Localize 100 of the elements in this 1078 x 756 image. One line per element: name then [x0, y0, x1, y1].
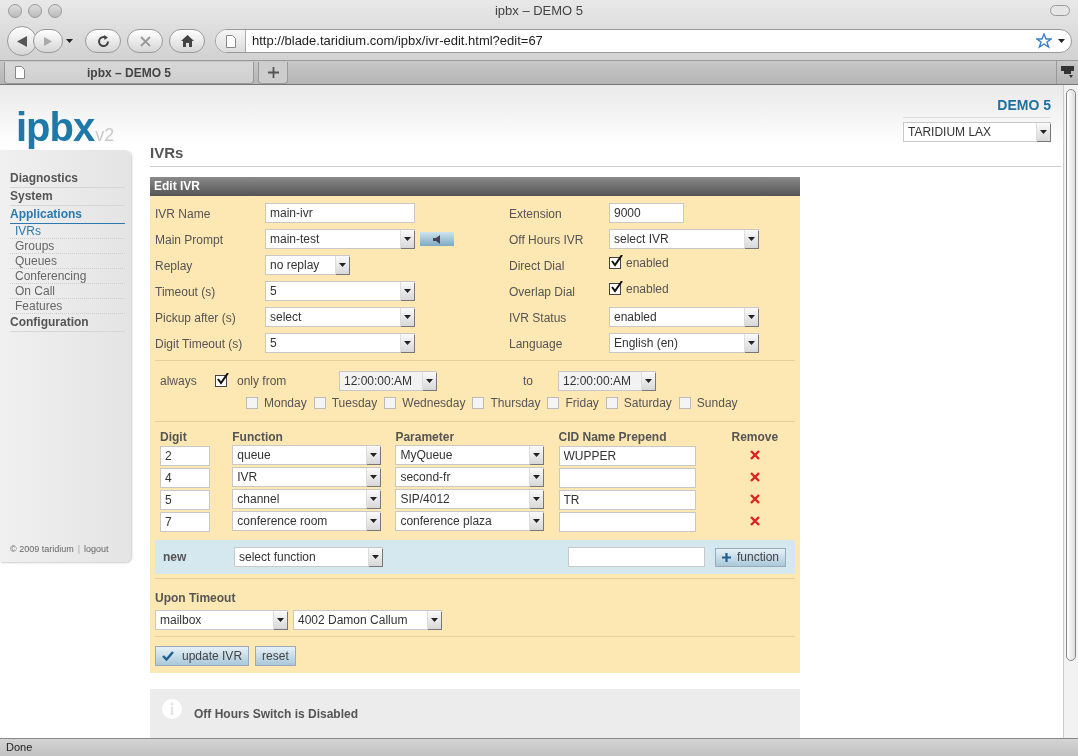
field-label: to — [523, 373, 534, 390]
stop-button[interactable] — [127, 29, 163, 53]
nav-subitem[interactable]: Groups — [10, 239, 125, 254]
back-forward-button[interactable] — [7, 26, 73, 56]
dropdown[interactable]: TARIDIUM LAX — [903, 122, 1051, 142]
reset-button[interactable]: reset — [255, 646, 296, 666]
caret-icon — [748, 237, 755, 241]
digit-field[interactable]: 2 — [160, 446, 210, 466]
checkbox-label: enabled — [626, 281, 669, 298]
caret-icon — [426, 379, 433, 383]
window-title: ipbx – DEMO 5 — [494, 2, 584, 21]
speaker-icon — [433, 234, 441, 244]
remove-icon[interactable] — [749, 450, 760, 460]
checkbox[interactable] — [384, 397, 397, 409]
checkbox[interactable] — [547, 397, 560, 409]
digit-field[interactable]: 7 — [160, 512, 210, 532]
add-function-button[interactable]: function — [715, 547, 787, 567]
site-name: DEMO 5 — [997, 96, 1051, 115]
field-label: Digit Timeout (s) — [155, 337, 243, 351]
day-label: Saturday — [623, 395, 672, 412]
dropdown[interactable]: select IVR — [609, 229, 759, 249]
address-bar[interactable]: http://blade.taridium.com/ipbx/ivr-edit.html?edit=67 — [215, 29, 1072, 53]
new-tab-button[interactable] — [258, 62, 288, 84]
caret-icon — [431, 618, 438, 622]
plus-icon — [267, 67, 279, 78]
home-button[interactable] — [169, 29, 205, 53]
checkbox[interactable] — [472, 397, 485, 409]
dropdown[interactable]: mailbox — [155, 610, 288, 630]
cid-field[interactable]: TR — [558, 490, 696, 510]
check-icon — [162, 651, 174, 661]
scrollbar[interactable] — [1063, 85, 1078, 738]
cid-field[interactable] — [558, 512, 696, 532]
nav-item[interactable]: Applications — [10, 206, 125, 224]
remove-icon[interactable] — [749, 472, 760, 482]
back-icon — [17, 35, 27, 47]
checkbox[interactable] — [609, 257, 621, 269]
dropdown[interactable]: 5 — [265, 281, 415, 301]
nav-item[interactable]: System — [10, 188, 125, 206]
dropdown[interactable]: select function — [234, 547, 383, 567]
text-field[interactable]: 9000 — [609, 203, 684, 223]
history-caret-icon — [66, 39, 73, 43]
dropdown[interactable]: IVR — [232, 467, 382, 487]
dropdown[interactable]: queue — [232, 445, 382, 465]
window-control[interactable] — [28, 4, 42, 18]
nav-subitem[interactable]: Conferencing — [10, 269, 125, 284]
checkbox[interactable] — [215, 375, 227, 387]
page-title: IVRs — [150, 142, 184, 163]
field-label: Overlap Dial — [509, 285, 576, 299]
checkbox[interactable] — [313, 397, 326, 409]
dropdown[interactable]: no replay — [265, 255, 350, 275]
dropdown[interactable]: main-test — [265, 229, 415, 249]
cid-field[interactable] — [568, 547, 705, 567]
field-label: Main Prompt — [155, 233, 224, 247]
home-icon — [180, 35, 194, 47]
nav-subitem[interactable]: IVRs — [10, 224, 125, 239]
dropdown[interactable]: conference plaza — [395, 511, 545, 531]
dropdown[interactable]: select — [265, 307, 415, 327]
dropdown[interactable]: 5 — [265, 333, 415, 353]
browser-tab[interactable]: ipbx – DEMO 5 — [4, 62, 254, 84]
cid-field[interactable]: WUPPER — [558, 446, 696, 466]
dropdown[interactable]: MyQueue — [395, 445, 545, 465]
dropdown[interactable]: 12:00:00:AM — [339, 371, 437, 391]
window-pill-button[interactable] — [1050, 5, 1070, 16]
dropdown[interactable]: SIP/4012 — [395, 489, 545, 509]
dropdown[interactable]: enabled — [609, 307, 759, 327]
nav-subitem[interactable]: On Call — [10, 284, 125, 299]
checkbox[interactable] — [609, 283, 621, 295]
url-text: http://blade.taridium.com/ipbx/ivr-edit.html?edit=67 — [252, 32, 544, 51]
dropdown[interactable]: 4002 Damon Callum — [293, 610, 442, 630]
text-field[interactable]: main-ivr — [265, 203, 415, 223]
checkbox[interactable] — [678, 397, 691, 409]
logout-link[interactable]: logout — [84, 542, 109, 556]
dropdown[interactable]: English (en) — [609, 333, 759, 353]
page-icon — [225, 34, 236, 48]
checkbox[interactable] — [605, 397, 618, 409]
remove-icon[interactable] — [749, 494, 760, 504]
nav-subitem[interactable]: Features — [10, 299, 125, 314]
field-label: Extension — [509, 207, 562, 221]
field-label: Timeout (s) — [155, 285, 216, 299]
update-button[interactable]: update IVR — [155, 646, 250, 666]
nav-item[interactable]: Configuration — [10, 314, 125, 332]
checkbox[interactable] — [246, 397, 258, 409]
cid-field[interactable] — [558, 468, 696, 488]
caret-icon — [370, 475, 378, 479]
play-button[interactable] — [420, 232, 454, 246]
dropdown[interactable]: 12:00:00:AM — [558, 371, 656, 391]
dropdown[interactable]: channel — [232, 489, 382, 509]
nav-subitem[interactable]: Queues — [10, 254, 125, 269]
nav-item[interactable]: Diagnostics — [10, 170, 125, 188]
digit-field[interactable]: 5 — [160, 490, 210, 510]
dropdown[interactable]: second-fr — [395, 467, 545, 487]
reload-button[interactable] — [85, 29, 121, 53]
field-label: Off Hours IVR — [509, 233, 584, 247]
window-control[interactable] — [8, 4, 22, 18]
dropdown[interactable]: conference room — [232, 511, 382, 531]
day-label: Wednesday — [402, 395, 466, 412]
star-icon[interactable] — [1036, 33, 1052, 49]
remove-icon[interactable] — [749, 516, 760, 526]
window-control[interactable] — [48, 4, 62, 18]
digit-field[interactable]: 4 — [160, 468, 210, 488]
